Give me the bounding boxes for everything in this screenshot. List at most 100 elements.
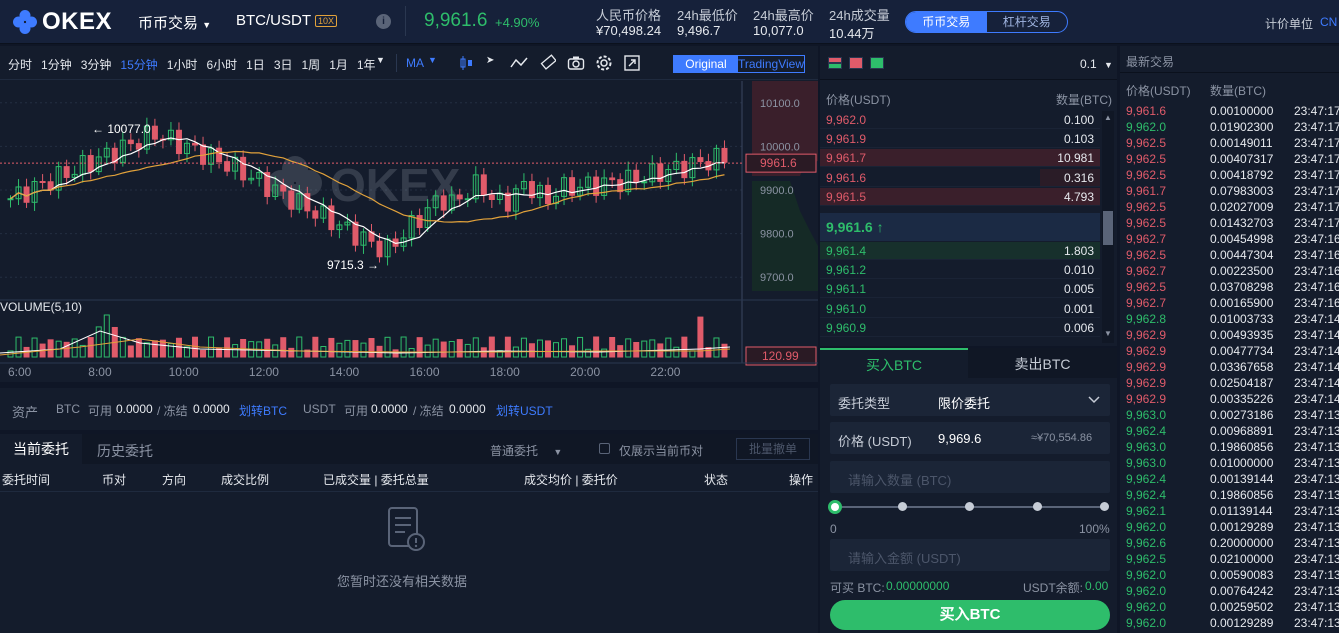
tab-order-history[interactable]: 历史委托 xyxy=(97,441,153,461)
trade-qty: 0.02027009 xyxy=(1210,199,1273,215)
tab-sell-btc[interactable]: 卖出BTC xyxy=(968,348,1117,378)
interval-caret-icon[interactable]: ▼ xyxy=(376,55,385,65)
volume-bar xyxy=(465,344,470,357)
slider-stop-50[interactable] xyxy=(965,502,974,511)
precision-select[interactable]: 0.1 ▼ xyxy=(1080,57,1113,71)
candlestick-chart[interactable]: 10100.010000.09900.09800.09700.0OKEX← 10… xyxy=(0,81,818,382)
tab-margin[interactable]: 杠杆交易 xyxy=(987,12,1068,32)
price-field[interactable]: 价格 (USDT) 9,969.6 ≈¥70,554.86 xyxy=(830,422,1110,454)
indicator-caret-icon[interactable]: ▼ xyxy=(428,55,437,65)
interval-4[interactable]: 1小时 xyxy=(167,56,198,73)
trade-row: 9,962.50.0041879223:47:17 xyxy=(1120,167,1339,183)
book-row[interactable]: 9,961.41.803 xyxy=(820,242,1100,260)
ruler-icon[interactable] xyxy=(540,54,556,72)
book-row[interactable]: 9,961.710.981 xyxy=(820,149,1100,167)
nav-spot-trading[interactable]: 币币交易 ▼ xyxy=(138,12,211,33)
x-tick-label: 6:00 xyxy=(8,365,32,379)
trade-time: 23:47:17 xyxy=(1294,135,1339,151)
book-scrollbar[interactable]: ▲ ▼ xyxy=(1102,111,1114,343)
price-label: 价格 (USDT) xyxy=(838,431,912,450)
recent-trades-list: 9,961.60.0010000023:47:179,962.00.019023… xyxy=(1120,103,1339,633)
book-row[interactable]: 9,961.60.316 xyxy=(820,169,1100,187)
interval-2[interactable]: 3分钟 xyxy=(81,56,112,73)
slider-stop-25[interactable] xyxy=(898,502,907,511)
settings-gear-icon[interactable] xyxy=(595,54,613,72)
buy-btc-button[interactable]: 买入BTC xyxy=(830,600,1110,630)
transfer-usdt-link[interactable]: 划转USDT xyxy=(496,402,553,419)
trade-qty: 0.02100000 xyxy=(1210,551,1273,567)
pair-selector[interactable]: BTC/USDT 10X xyxy=(236,12,337,29)
caret-down-icon: ▼ xyxy=(202,20,211,30)
amount-input[interactable]: 请输入金额 (USDT) xyxy=(830,539,1110,571)
original-chart-button[interactable]: Original xyxy=(674,56,738,72)
trade-price: 9,962.4 xyxy=(1126,423,1166,439)
camera-icon[interactable] xyxy=(567,55,585,71)
recent-trades: 最新交易 价格(USDT) 数量(BTC) 9,961.60.001000002… xyxy=(1120,46,1339,633)
interval-1[interactable]: 1分钟 xyxy=(41,56,72,73)
trade-row: 9,962.40.0096889123:47:13 xyxy=(1120,423,1339,439)
book-row[interactable]: 9,961.20.010 xyxy=(820,261,1100,279)
interval-0[interactable]: 分时 xyxy=(8,56,32,73)
volume-bar xyxy=(32,338,37,357)
order-type-value: 限价委托 xyxy=(938,393,990,412)
interval-3[interactable]: 15分钟 xyxy=(120,56,157,73)
book-bids-icon[interactable] xyxy=(870,57,884,69)
volume-bar xyxy=(16,337,21,357)
interval-5[interactable]: 6小时 xyxy=(206,56,237,73)
book-row[interactable]: 9,961.00.001 xyxy=(820,300,1100,318)
slider-stop-100[interactable] xyxy=(1100,502,1109,511)
interval-9[interactable]: 1月 xyxy=(329,56,348,73)
trade-price: 9,962.5 xyxy=(1126,247,1166,263)
book-row[interactable]: 9,961.10.005 xyxy=(820,280,1100,298)
trade-row: 9,962.50.0014901123:47:17 xyxy=(1120,135,1339,151)
book-qty: 4.793 xyxy=(1064,188,1094,206)
slider-handle[interactable] xyxy=(828,500,842,514)
order-type-field[interactable]: 委托类型 限价委托 xyxy=(830,384,1110,416)
scroll-down-icon[interactable]: ▼ xyxy=(1104,329,1112,338)
slider-stop-75[interactable] xyxy=(1033,502,1042,511)
line-tool-icon[interactable] xyxy=(510,55,528,71)
interval-6[interactable]: 1日 xyxy=(246,56,265,73)
interval-8[interactable]: 1周 xyxy=(302,56,321,73)
orders-table-header: 委托时间 币对 方向 成交比例 已成交量 | 委托总量 成交均价 | 委托价 状… xyxy=(0,464,818,492)
trade-price: 9,962.7 xyxy=(1126,231,1166,247)
unit-selector[interactable]: CN xyxy=(1320,15,1337,29)
book-asks-icon[interactable] xyxy=(849,57,863,69)
volume-bar xyxy=(193,337,198,357)
candle-body xyxy=(722,148,727,162)
trade-time: 23:47:13 xyxy=(1294,503,1339,519)
book-scroll-thumb[interactable] xyxy=(1103,211,1113,245)
book-row[interactable]: 9,960.90.006 xyxy=(820,319,1100,337)
only-current-checkbox[interactable] xyxy=(599,443,610,454)
fullscreen-icon[interactable] xyxy=(624,55,640,71)
cancel-all-button[interactable]: 批量撤单 xyxy=(736,438,810,460)
precision-value: 0.1 xyxy=(1080,57,1097,71)
okex-logo[interactable]: OKEX xyxy=(12,8,112,36)
candle-type-icon[interactable] xyxy=(458,55,474,71)
interval-7[interactable]: 3日 xyxy=(274,56,293,73)
book-row[interactable]: 9,962.00.100 xyxy=(820,111,1100,129)
interval-10[interactable]: 1年 xyxy=(357,56,376,73)
scroll-up-icon[interactable]: ▲ xyxy=(1104,113,1112,122)
transfer-btc-link[interactable]: 划转BTC xyxy=(239,402,287,419)
tab-buy-btc[interactable]: 买入BTC xyxy=(820,348,968,378)
cursor-icon[interactable]: ➤ xyxy=(486,55,494,66)
book-row[interactable]: 9,961.90.103 xyxy=(820,130,1100,148)
candle-body xyxy=(152,126,157,139)
quantity-input[interactable]: 请输入数量 (BTC) xyxy=(830,461,1110,493)
indicator-ma-button[interactable]: MA xyxy=(406,56,424,70)
trade-row: 9,962.90.0047773423:47:14 xyxy=(1120,343,1339,359)
book-row[interactable]: 9,961.54.793 xyxy=(820,188,1100,206)
book-both-icon[interactable] xyxy=(828,57,842,69)
order-type-select[interactable]: 普通委托 ▼ xyxy=(490,442,562,459)
book-qty: 0.001 xyxy=(1064,300,1094,318)
volume-bar xyxy=(144,343,149,357)
tab-current-orders[interactable]: 当前委托 xyxy=(0,434,82,464)
tradingview-button[interactable]: TradingView xyxy=(738,56,804,72)
tab-spot[interactable]: 币币交易 xyxy=(906,12,987,32)
info-icon[interactable]: i xyxy=(376,14,391,29)
trade-time: 23:47:16 xyxy=(1294,231,1339,247)
book-price: 9,961.9 xyxy=(826,130,866,148)
usdt-avail-value: 0.0000 xyxy=(371,402,408,416)
candle-body xyxy=(441,196,446,210)
